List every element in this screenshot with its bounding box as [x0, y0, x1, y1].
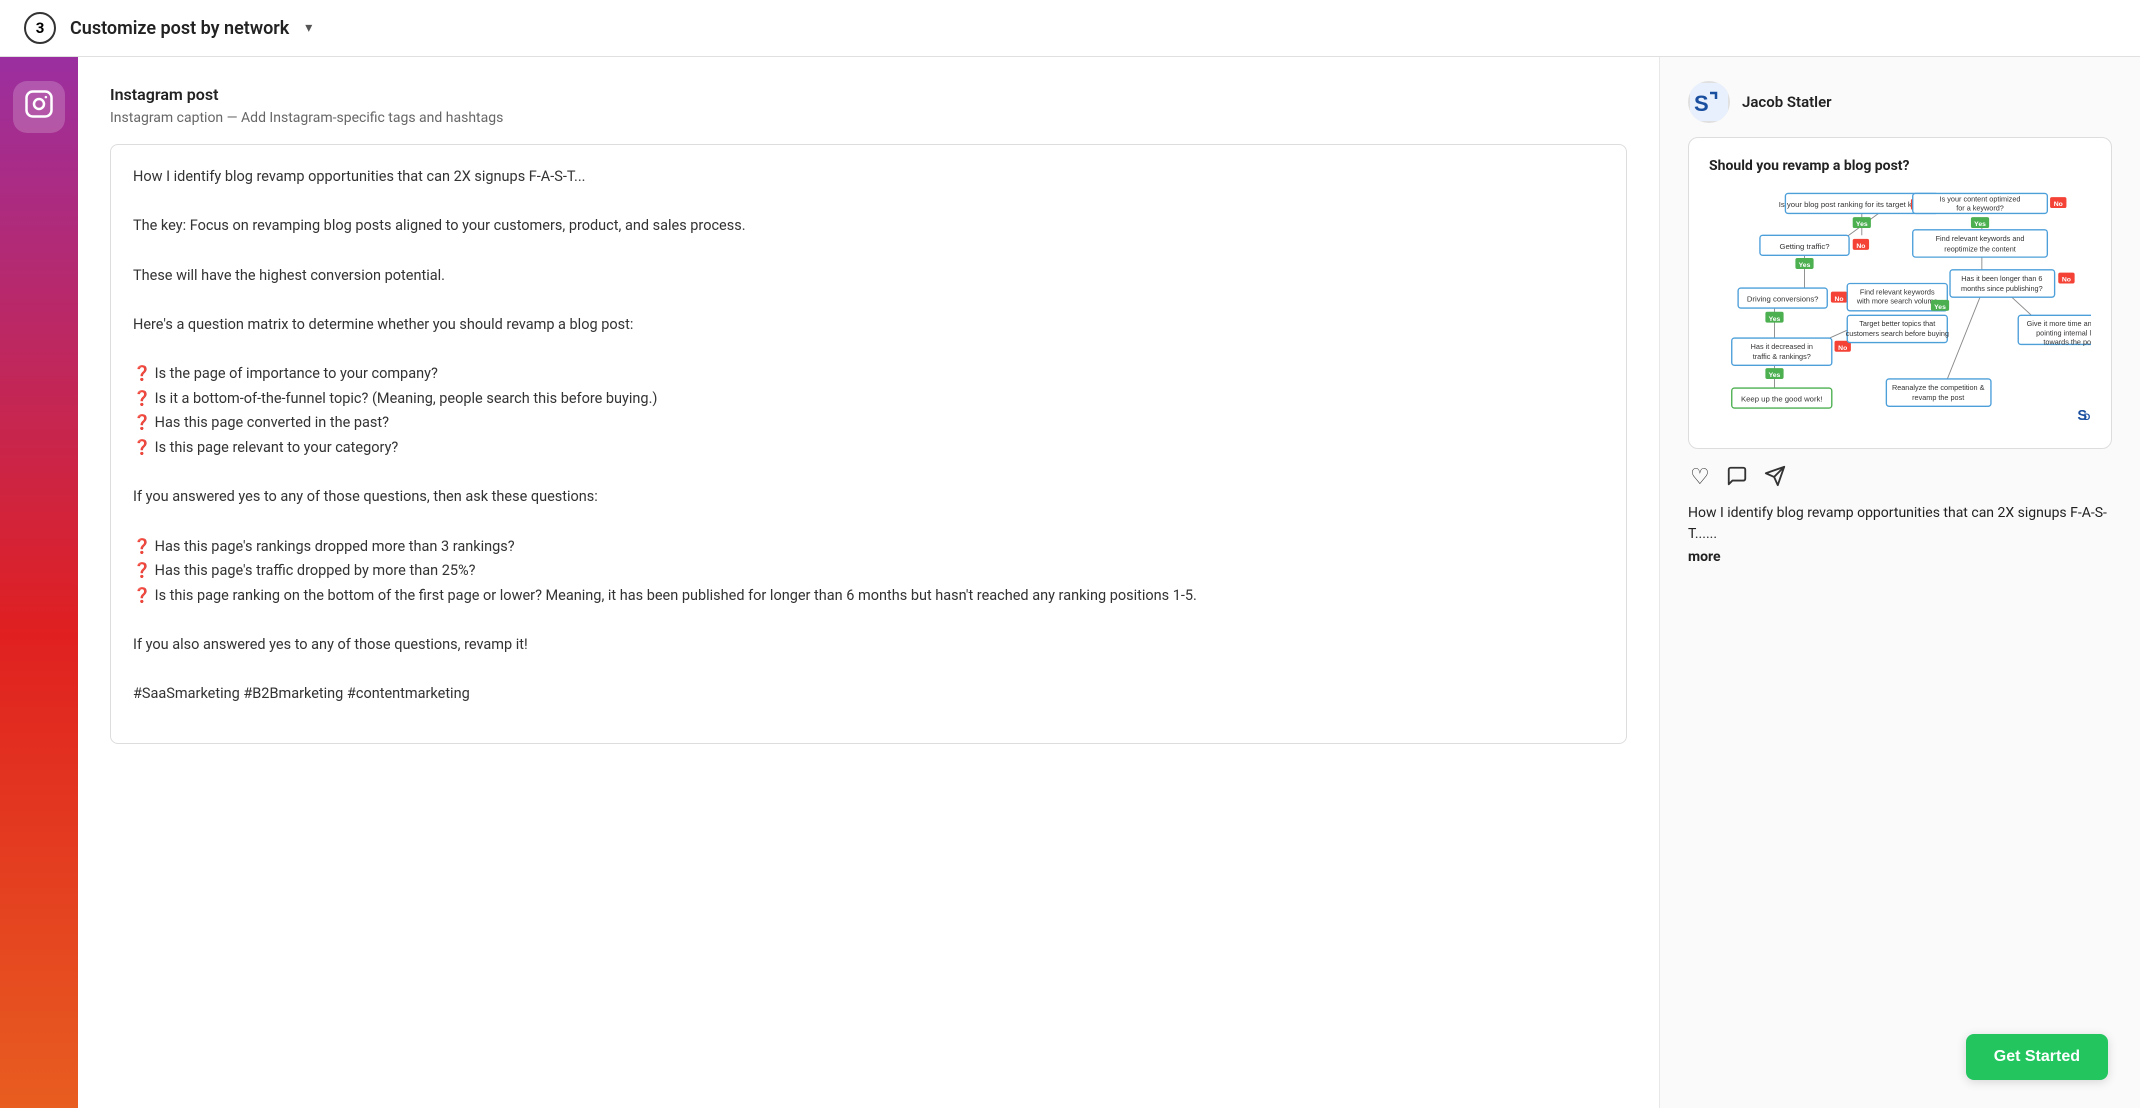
insta-username: Jacob Statler	[1742, 93, 1832, 111]
svg-text:Reanalyze the competition &: Reanalyze the competition &	[1892, 383, 1985, 392]
step-badge: 3	[24, 12, 56, 44]
svg-text:Yes: Yes	[1934, 304, 1946, 311]
svg-text:Driving conversions?: Driving conversions?	[1747, 295, 1819, 304]
action-icons: ♡	[1688, 465, 2112, 493]
svg-text:Yes: Yes	[1769, 316, 1781, 323]
svg-text:Getting traffic?: Getting traffic?	[1779, 242, 1829, 251]
top-header: 3 Customize post by network ▾	[0, 0, 2140, 57]
panel-subtitle: Instagram caption — Add Instagram-specif…	[110, 110, 1627, 126]
insta-preview-header: S Jacob Statler	[1688, 81, 2112, 123]
svg-text:Yes: Yes	[1769, 372, 1781, 379]
left-sidebar	[0, 57, 78, 1108]
content-area: Instagram post Instagram caption — Add I…	[78, 57, 2140, 1108]
svg-text:D: D	[2084, 412, 2091, 422]
svg-text:revamp the post: revamp the post	[1912, 393, 1964, 402]
svg-text:Find relevant keywords and: Find relevant keywords and	[1936, 234, 2025, 243]
svg-text:No: No	[2054, 201, 2063, 208]
get-started-label: Get Started	[1994, 1048, 2080, 1065]
svg-text:Target better topics that: Target better topics that	[1859, 319, 1935, 328]
caption-text: How I identify blog revamp opportunities…	[1688, 503, 2112, 545]
svg-text:Keep up the good work!: Keep up the good work!	[1741, 395, 1823, 404]
svg-text:for a keyword?: for a keyword?	[1956, 204, 2004, 213]
svg-text:pointing internal links: pointing internal links	[2036, 328, 2091, 337]
instagram-caption-editor[interactable]: How I identify blog revamp opportunities…	[110, 144, 1627, 744]
svg-text:No: No	[1838, 345, 1847, 352]
main-layout: Instagram post Instagram caption — Add I…	[0, 57, 2140, 1108]
get-started-button[interactable]: Get Started	[1966, 1034, 2108, 1080]
svg-text:Is your content optimized: Is your content optimized	[1940, 195, 2021, 204]
svg-text:No: No	[1856, 243, 1865, 250]
instagram-icon	[24, 89, 54, 126]
svg-text:Yes: Yes	[1974, 221, 1986, 228]
step-number: 3	[36, 19, 45, 37]
flowchart-svg: Is your blog post ranking for its target…	[1709, 188, 2091, 424]
svg-text:Yes: Yes	[1799, 262, 1811, 269]
panel-title: Instagram post	[110, 85, 1627, 104]
svg-text:towards the post: towards the post	[2043, 337, 2091, 346]
instagram-sidebar-icon[interactable]	[13, 81, 65, 133]
svg-text:Yes: Yes	[1856, 221, 1868, 228]
svg-text:Has it been longer than 6: Has it been longer than 6	[1961, 274, 2042, 283]
flowchart-title: Should you revamp a blog post?	[1709, 158, 2091, 174]
editor-panel: Instagram post Instagram caption — Add I…	[78, 57, 1660, 1108]
chevron-down-icon[interactable]: ▾	[305, 20, 312, 36]
preview-panel: S Jacob Statler Should you revamp a blog…	[1660, 57, 2140, 1108]
svg-text:traffic & rankings?: traffic & rankings?	[1753, 352, 1811, 361]
heart-icon[interactable]: ♡	[1690, 465, 1710, 493]
svg-text:Find relevant keywords: Find relevant keywords	[1860, 287, 1935, 296]
svg-text:Has it decreased in: Has it decreased in	[1751, 342, 1813, 351]
header-title: Customize post by network	[70, 18, 289, 39]
svg-text:reoptimize the content: reoptimize the content	[1944, 245, 2016, 254]
more-link[interactable]: more	[1688, 549, 2112, 565]
svg-text:No: No	[2062, 277, 2071, 284]
caption-short-text: How I identify blog revamp opportunities…	[1688, 505, 2107, 542]
avatar: S	[1688, 81, 1730, 123]
share-icon[interactable]	[1764, 465, 1786, 493]
svg-text:months since publishing?: months since publishing?	[1961, 284, 2043, 293]
svg-text:S: S	[1694, 91, 1709, 116]
svg-text:customers search before buying: customers search before buying	[1846, 329, 1949, 338]
svg-text:No: No	[1835, 296, 1844, 303]
svg-text:Give it more time and keep: Give it more time and keep	[2027, 319, 2091, 328]
svg-text:with more search volume: with more search volume	[1856, 297, 1938, 306]
flowchart-card: Should you revamp a blog post?	[1688, 137, 2112, 449]
comment-icon[interactable]	[1726, 465, 1748, 493]
